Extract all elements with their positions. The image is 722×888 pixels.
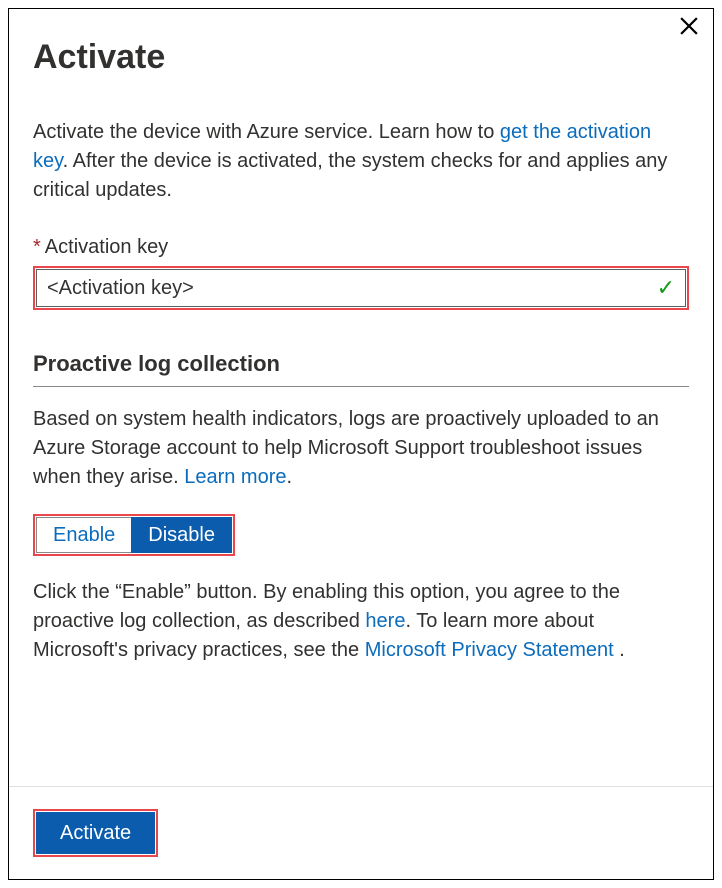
close-icon — [680, 15, 698, 44]
activate-button-highlight: Activate — [33, 809, 158, 857]
activate-panel: Activate Activate the device with Azure … — [8, 8, 714, 880]
activation-key-label-text: Activation key — [45, 236, 168, 258]
intro-part1: Activate the device with Azure service. … — [33, 121, 500, 143]
section-divider — [33, 386, 689, 387]
desc-part1: Based on system health indicators, logs … — [33, 408, 659, 488]
here-link[interactable]: here — [365, 610, 405, 632]
enable-disable-toggle-highlight: Enable Disable — [33, 514, 235, 556]
footer: Activate — [9, 786, 713, 879]
activation-key-highlight: <Activation key> ✓ — [33, 266, 689, 310]
proactive-log-desc: Based on system health indicators, logs … — [33, 405, 689, 492]
intro-text: Activate the device with Azure service. … — [33, 118, 689, 205]
agree-part3: . — [614, 639, 625, 661]
page-title: Activate — [33, 33, 689, 82]
activation-key-input[interactable]: <Activation key> ✓ — [36, 269, 686, 307]
activation-key-label: *Activation key — [33, 233, 689, 262]
proactive-log-title: Proactive log collection — [33, 348, 689, 386]
disable-button[interactable]: Disable — [131, 517, 232, 553]
checkmark-icon: ✓ — [657, 272, 675, 304]
activation-key-value: <Activation key> — [47, 274, 649, 303]
privacy-statement-link[interactable]: Microsoft Privacy Statement — [365, 639, 614, 661]
close-button[interactable] — [675, 15, 703, 43]
agree-text: Click the “Enable” button. By enabling t… — [33, 578, 689, 665]
intro-part2: . After the device is activated, the sys… — [33, 150, 667, 201]
learn-more-link[interactable]: Learn more — [184, 466, 286, 488]
enable-button[interactable]: Enable — [36, 517, 131, 553]
activate-button[interactable]: Activate — [36, 812, 155, 854]
desc-part2: . — [286, 466, 292, 488]
required-indicator: * — [33, 236, 41, 258]
